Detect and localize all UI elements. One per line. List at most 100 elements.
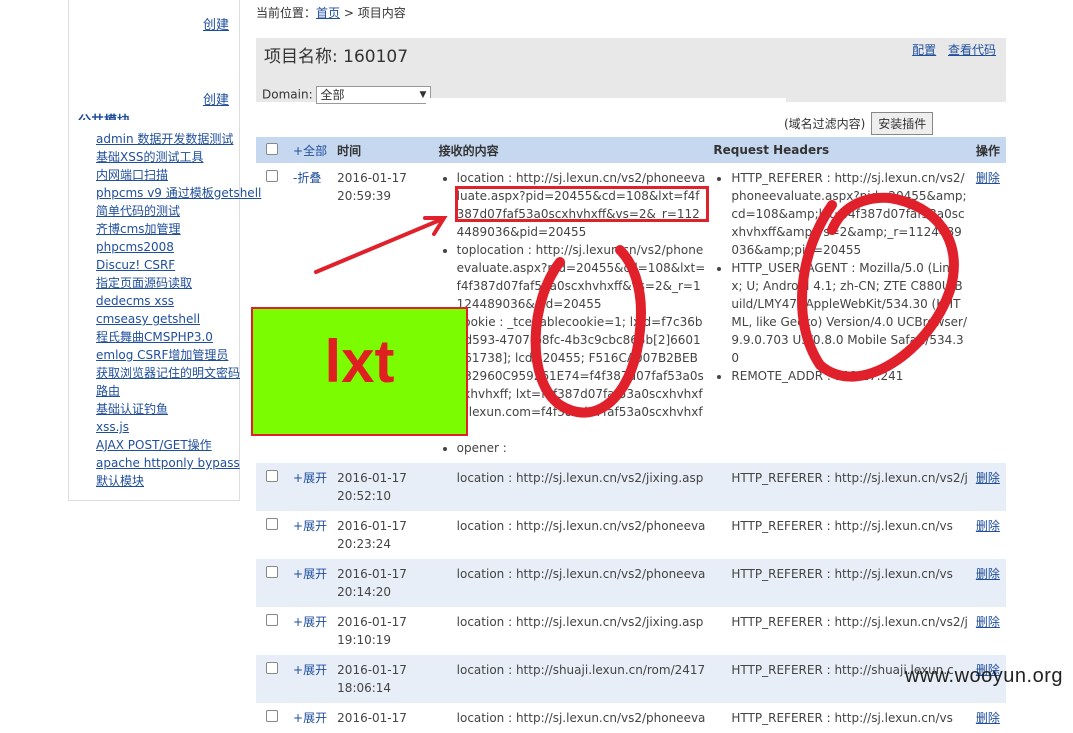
row-checkbox[interactable] [266, 566, 278, 578]
sidebar-module-link[interactable]: 内网端口扫描 [96, 166, 256, 184]
sidebar-module-link[interactable]: 路由 [96, 382, 256, 400]
content-item: location : http://sj.lexun.cn/vs2/phonee… [457, 709, 706, 727]
lxt-callout-box: lxt [251, 307, 468, 436]
row-checkbox[interactable] [266, 518, 278, 530]
row-checkbox[interactable] [266, 662, 278, 674]
row-toggle-cell: +展开 [289, 655, 334, 703]
row-time: 19:10:19 [337, 633, 392, 647]
row-date: 2016-01-17 [337, 663, 407, 677]
row-content-cell: location : http://sj.lexun.cn/vs2/jixing… [435, 607, 710, 655]
select-all-checkbox[interactable] [266, 142, 278, 155]
row-time: 20:14:20 [337, 585, 392, 599]
sidebar-module-link[interactable]: AJAX POST/GET操作 [96, 436, 256, 454]
domain-select[interactable]: 全部 ▼ [316, 86, 432, 104]
breadcrumb: 当前位置：首页 > 项目内容 [256, 4, 406, 21]
sidebar-module-link[interactable]: admin 数据开发数据测试 [96, 130, 256, 148]
select-all-cell [256, 137, 290, 163]
install-plugin-button[interactable]: 安装插件 [871, 112, 934, 135]
row-time-cell: 2016-01-17 20:52:10 [333, 463, 435, 511]
delete-link[interactable]: 删除 [976, 567, 1000, 581]
expand-link[interactable]: +展开 [293, 615, 327, 629]
table-header-row: +全部 时间 接收的内容 Request Headers 操作 [256, 137, 1006, 163]
actions-header: 操作 [971, 137, 1006, 163]
row-select-cell [256, 607, 289, 655]
expand-all-link[interactable]: +全部 [293, 144, 327, 158]
header-item: HTTP_REFERER : http://sj.lexun.cn/vs [731, 565, 967, 583]
header-item: HTTP_REFERER : http://sj.lexun.cn/vs2/j [731, 613, 967, 631]
expand-link[interactable]: +展开 [293, 711, 327, 725]
sidebar-module-link[interactable]: 指定页面源码读取 [96, 274, 256, 292]
table-row: +展开 2016-01-17 20:23:24 location : http://s… [256, 511, 1006, 559]
config-link[interactable]: 配置 [912, 43, 936, 57]
row-actions-cell: 删除 [971, 559, 1006, 607]
sidebar-module-link[interactable]: cmseasy getshell [96, 310, 256, 328]
row-headers-cell: HTTP_REFERER : http://sj.lexun.cn/vs [709, 511, 971, 559]
delete-link[interactable]: 删除 [976, 471, 1000, 485]
row-actions-cell: 删除 [971, 463, 1006, 511]
sidebar-module-link[interactable]: 齐博cms加管理 [96, 220, 256, 238]
row-checkbox[interactable] [266, 614, 278, 626]
breadcrumb-home-link[interactable]: 首页 [316, 6, 340, 20]
sidebar-module-link[interactable]: 简单代码的测试 [96, 202, 256, 220]
row-headers-cell: HTTP_REFERER : http://sj.lexun.cn/vs [709, 559, 972, 607]
row-checkbox[interactable] [266, 470, 278, 482]
expand-link[interactable]: +展开 [293, 519, 327, 533]
expand-link[interactable]: +展开 [293, 567, 327, 581]
row-checkbox[interactable] [266, 170, 278, 182]
row-toggle-cell: +展开 [289, 607, 333, 655]
sidebar-module-link[interactable]: Discuz! CSRF [96, 256, 256, 274]
row-checkbox[interactable] [266, 710, 278, 722]
view-code-link[interactable]: 查看代码 [948, 43, 996, 57]
row-time-cell: 2016-01-17 18:06:14 [333, 655, 435, 703]
sidebar-module-link[interactable]: emlog CSRF增加管理员 [96, 346, 256, 364]
table-row: +展开 2016-01-17 20:14:20 location : http://s… [256, 559, 1006, 607]
sidebar-module-link[interactable]: phpcms2008 [96, 238, 256, 256]
project-actions: 配置 查看代码 [904, 41, 996, 58]
header-item: HTTP_REFERER : http://sj.lexun.cn/vs [731, 709, 967, 727]
sidebar-module-link[interactable]: 程氏舞曲CMSPHP3.0 [96, 328, 256, 346]
expand-link[interactable]: +展开 [293, 471, 327, 485]
row-actions-cell: 删除 [972, 703, 1006, 733]
delete-link[interactable]: 删除 [976, 615, 1000, 629]
row-time-cell: 2016-01-17 [333, 703, 434, 733]
sidebar-module-link[interactable]: dedecms xss [96, 292, 256, 310]
row-select-cell [256, 655, 290, 703]
row-actions-cell: 删除 [972, 511, 1006, 559]
lxt-callout-label: lxt [324, 328, 395, 395]
table-row: +展开 2016-01-17 18:06:14 location : http://s… [256, 655, 1006, 703]
delete-link[interactable]: 删除 [976, 711, 1000, 725]
row-content-cell: location : http://shuaji.lexun.cn/rom/24… [434, 655, 710, 703]
sidebar-module-link[interactable]: 获取浏览器记住的明文密码 [96, 364, 256, 382]
row-headers-cell: HTTP_REFERER : http://sj.lexun.cn/vs2/j [709, 463, 972, 511]
sidebar-module-link[interactable]: phpcms v9 通过模板getshell [96, 184, 261, 202]
content-item: opener : [457, 439, 706, 457]
domain-filter: Domain: 全部 ▼ [262, 86, 432, 104]
sidebar-module-link[interactable]: 基础认证钓鱼 [96, 400, 256, 418]
delete-link[interactable]: 删除 [976, 519, 1000, 533]
page-title: 项目名称: 160107 [264, 47, 409, 67]
sidebar-module-link[interactable]: 默认模块 [96, 472, 256, 490]
sidebar-module-link[interactable]: apache httponly bypass [96, 454, 256, 472]
sidebar-module-list: admin 数据开发数据测试 基础XSS的测试工具 内网端口扫描 phpcms v9 … [96, 130, 261, 490]
content-header: 接收的内容 [434, 137, 710, 163]
content-item: location : http://sj.lexun.cn/vs2/phonee… [457, 565, 706, 583]
collapse-link[interactable]: -折叠 [293, 171, 321, 185]
time-header: 时间 [333, 137, 435, 163]
expand-all-header: +全部 [289, 137, 334, 163]
create-link-2[interactable]: 创建 [203, 89, 229, 108]
breadcrumb-prefix: 当前位置： [256, 6, 317, 20]
expand-link[interactable]: +展开 [293, 663, 327, 677]
sidebar-module-link[interactable]: xss.js [96, 418, 256, 436]
breadcrumb-current: 项目内容 [357, 6, 406, 20]
domain-label: Domain: [262, 87, 313, 102]
row-date: 2016-01-17 [337, 711, 407, 725]
row-actions-cell: 删除 [972, 607, 1006, 655]
sidebar-module-link[interactable]: 基础XSS的测试工具 [96, 148, 256, 166]
create-link[interactable]: 创建 [203, 14, 229, 33]
filter-hint: (域名过滤内容) [784, 117, 866, 131]
breadcrumb-separator: > [340, 6, 358, 20]
delete-link[interactable]: 删除 [976, 171, 1000, 185]
filter-row: (域名过滤内容) 安装插件 [784, 112, 934, 135]
row-toggle-cell: +展开 [289, 703, 333, 733]
row-toggle-cell: +展开 [289, 559, 334, 607]
